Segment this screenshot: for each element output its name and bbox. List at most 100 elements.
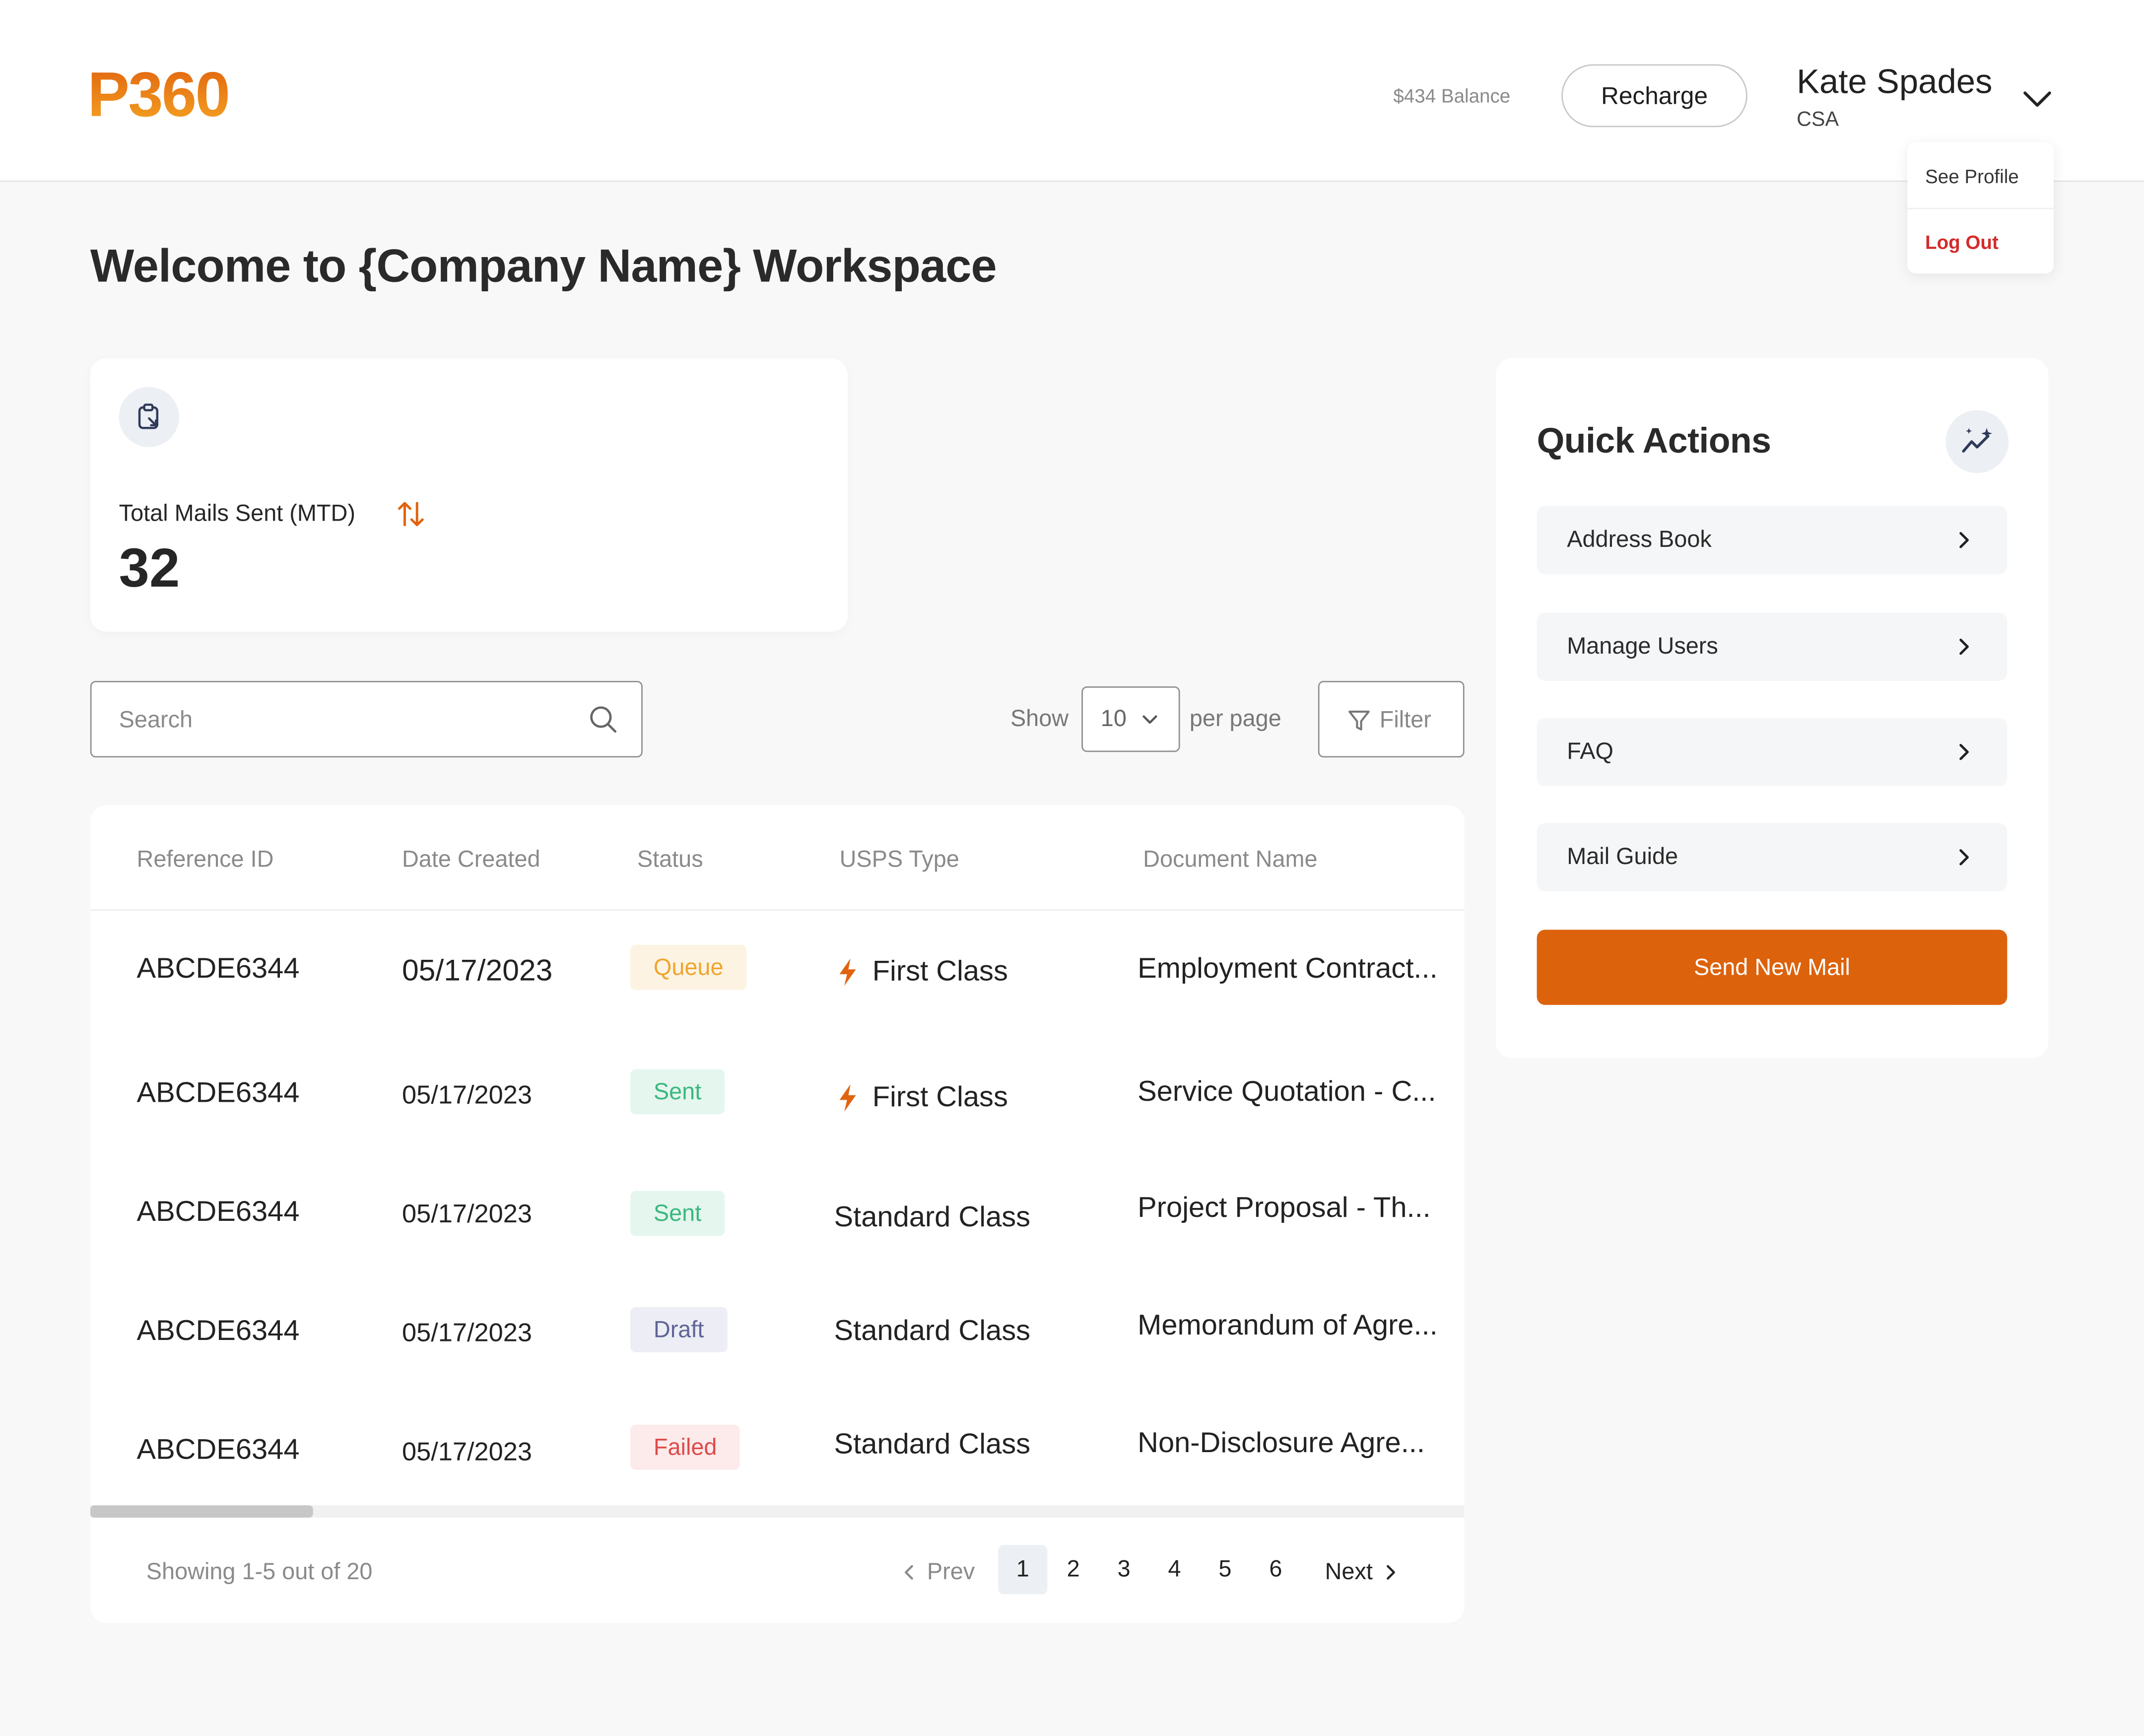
status-badge: Sent <box>630 1069 725 1115</box>
status-badge: Draft <box>630 1307 728 1352</box>
status-badge: Queue <box>630 944 747 990</box>
logo[interactable]: P360 <box>87 59 273 130</box>
page-title: Welcome to {Company Name} Workspace <box>90 240 997 293</box>
cell-date: 05/17/2023 <box>402 1319 532 1348</box>
next-page-button[interactable]: Next <box>1325 1559 1400 1586</box>
cell-usps-type: Standard Class <box>834 1202 1031 1235</box>
cell-document-name[interactable]: Service Quotation - C... <box>1138 1076 1436 1109</box>
top-header: P360 $434 Balance Recharge Kate Spades C… <box>0 0 2144 182</box>
quick-action-address-book[interactable]: Address Book <box>1537 506 2008 575</box>
cell-date: 05/17/2023 <box>402 1438 532 1468</box>
sparkle-chart-icon <box>1962 428 1993 453</box>
page-5-button[interactable]: 5 <box>1201 1545 1250 1594</box>
chevron-right-icon <box>1387 1565 1395 1580</box>
header-divider <box>90 909 1465 911</box>
status-badge: Sent <box>630 1191 725 1236</box>
recharge-button[interactable]: Recharge <box>1561 64 1747 128</box>
stat-value: 32 <box>119 538 180 599</box>
user-role: CSA <box>1797 108 1839 132</box>
page-2-button[interactable]: 2 <box>1049 1545 1098 1594</box>
per-page-label: per page <box>1189 705 1281 732</box>
quick-actions-title: Quick Actions <box>1537 419 1771 461</box>
filter-label: Filter <box>1379 707 1431 733</box>
quick-actions-icon-circle[interactable] <box>1945 410 2009 473</box>
prev-label: Prev <box>927 1558 975 1585</box>
usps-type-label: First Class <box>872 1081 1008 1113</box>
sort-arrows-icon[interactable] <box>397 499 427 530</box>
quick-action-label: Mail Guide <box>1567 843 1678 870</box>
page-3-button[interactable]: 3 <box>1099 1545 1148 1594</box>
page-6-button[interactable]: 6 <box>1251 1545 1300 1594</box>
cell-date: 05/17/2023 <box>402 1081 532 1111</box>
cell-reference-id[interactable]: ABCDE6344 <box>137 1077 300 1110</box>
chevron-down-icon <box>1142 715 1157 724</box>
column-header-status[interactable]: Status <box>637 846 703 873</box>
usps-type-label: Standard Class <box>834 1428 1031 1461</box>
column-header-reference-id[interactable]: Reference ID <box>137 846 274 873</box>
quick-action-label: Address Book <box>1567 526 1712 553</box>
show-label: Show <box>1010 705 1069 732</box>
chevron-right-icon <box>1959 743 1969 760</box>
clipboard-icon <box>138 403 159 429</box>
lightning-icon <box>839 958 856 986</box>
user-menu: See Profile Log Out <box>1907 142 2054 273</box>
chevron-right-icon <box>1959 849 1969 866</box>
cell-usps-type: First Class <box>837 1081 1008 1114</box>
cell-usps-type: Standard Class <box>834 1429 1031 1462</box>
cell-date: 05/17/2023 <box>402 953 553 988</box>
prev-page-button[interactable]: Prev <box>900 1559 975 1586</box>
quick-action-faq[interactable]: FAQ <box>1537 718 2008 787</box>
column-header-document-name[interactable]: Document Name <box>1143 846 1317 873</box>
cell-reference-id[interactable]: ABCDE6344 <box>137 953 300 986</box>
page-1-button[interactable]: 1 <box>998 1545 1048 1595</box>
logo-mark-icon: P360 <box>87 59 230 130</box>
column-header-usps-type[interactable]: USPS Type <box>840 846 959 873</box>
chevron-down-icon[interactable] <box>2018 79 2056 118</box>
menu-divider <box>1907 207 2054 209</box>
total-mails-card: Total Mails Sent (MTD) 32 <box>90 358 848 632</box>
balance-text: $434 Balance <box>1393 84 1511 107</box>
next-label: Next <box>1325 1558 1373 1585</box>
cell-document-name[interactable]: Employment Contract... <box>1138 953 1438 986</box>
user-name: Kate Spades <box>1797 63 1993 101</box>
cell-document-name[interactable]: Project Proposal - Th... <box>1138 1192 1431 1225</box>
filter-icon <box>1348 710 1370 731</box>
cell-document-name[interactable]: Memorandum of Agre... <box>1138 1310 1438 1342</box>
stat-icon-circle <box>119 387 179 447</box>
cell-usps-type: First Class <box>837 956 1008 989</box>
filter-button[interactable]: Filter <box>1318 680 1465 758</box>
chevron-left-icon <box>904 1565 913 1580</box>
see-profile-menu-item[interactable]: See Profile <box>1925 165 2019 187</box>
quick-actions-card: Quick Actions Address Book Manage Users … <box>1495 358 2048 1059</box>
logo-text: P360 <box>87 66 229 123</box>
quick-action-label: Manage Users <box>1567 633 1718 659</box>
cell-reference-id[interactable]: ABCDE6344 <box>137 1197 300 1229</box>
usps-type-label: Standard Class <box>834 1202 1031 1234</box>
quick-action-manage-users[interactable]: Manage Users <box>1537 612 2008 681</box>
search-input[interactable] <box>116 701 573 740</box>
scrollbar-thumb[interactable] <box>90 1505 313 1518</box>
per-page-value: 10 <box>1100 705 1127 732</box>
page-4-button[interactable]: 4 <box>1150 1545 1199 1594</box>
app-root: P360 $434 Balance Recharge Kate Spades C… <box>0 0 2144 1736</box>
cell-date: 05/17/2023 <box>402 1200 532 1229</box>
status-badge: Failed <box>630 1424 740 1470</box>
per-page-select[interactable]: 10 <box>1081 686 1180 752</box>
column-header-date-created[interactable]: Date Created <box>402 846 540 873</box>
usps-type-label: First Class <box>872 955 1008 988</box>
quick-action-label: FAQ <box>1567 738 1613 765</box>
usps-type-label: Standard Class <box>834 1315 1031 1347</box>
chevron-right-icon <box>1959 532 1969 548</box>
cell-document-name[interactable]: Non-Disclosure Agre... <box>1138 1427 1425 1460</box>
chevron-right-icon <box>1959 638 1969 655</box>
quick-action-mail-guide[interactable]: Mail Guide <box>1537 823 2008 892</box>
cell-reference-id[interactable]: ABCDE6344 <box>137 1434 300 1467</box>
search-box <box>90 680 643 758</box>
lightning-icon <box>839 1084 856 1112</box>
log-out-menu-item[interactable]: Log Out <box>1925 231 1999 253</box>
cell-reference-id[interactable]: ABCDE6344 <box>137 1315 300 1348</box>
send-new-mail-button[interactable]: Send New Mail <box>1537 930 2008 1005</box>
mails-table: Reference ID Date Created Status USPS Ty… <box>90 805 1465 1623</box>
search-icon[interactable] <box>588 704 618 734</box>
showing-count: Showing 1-5 out of 20 <box>146 1558 373 1585</box>
